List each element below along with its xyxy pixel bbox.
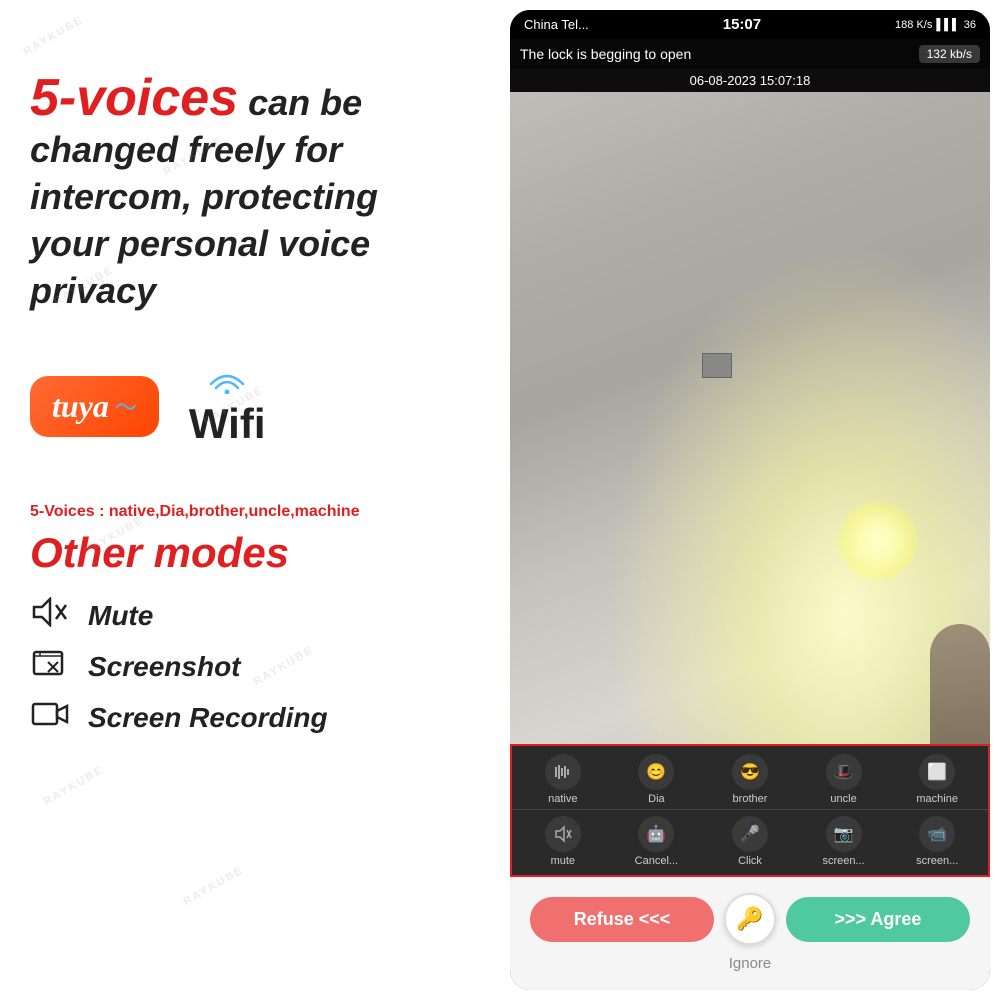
light-source (838, 501, 918, 581)
mute-mode-item: Mute (30, 597, 460, 634)
voice-brother-btn[interactable]: 😎 brother (715, 754, 785, 805)
signal-text: 188 K/s (895, 19, 932, 31)
notification-speed: 132 kb/s (919, 45, 980, 63)
action-cancel-label: Cancel... (635, 855, 678, 867)
native-icon (545, 754, 581, 790)
main-headline: 5-voices can be (30, 70, 460, 127)
wall-fixture (702, 353, 732, 378)
tuya-logo-text: tuya (52, 388, 109, 425)
voice-uncle-btn[interactable]: 🎩 uncle (809, 754, 879, 805)
headline-block: 5-voices can be changed freely for inter… (30, 70, 460, 314)
date-time-text: 06-08-2023 15:07:18 (690, 73, 811, 88)
uncle-icon: 🎩 (826, 754, 862, 790)
voices-list: 5-Voices : native,Dia,brother,uncle,mach… (30, 503, 460, 521)
action-click-label: Click (738, 855, 762, 867)
camera-wall-bg (510, 92, 990, 744)
right-panel: China Tel... 15:07 188 K/s ▌▌▌ 36 The lo… (490, 0, 1000, 1000)
native-label: native (548, 793, 577, 805)
dia-label: Dia (648, 793, 665, 805)
mute-icon (30, 597, 70, 634)
tuya-wave-icon: 〜 (115, 390, 137, 422)
action-mute-icon (545, 816, 581, 852)
action-screen-record-btn[interactable]: 📹 screen... (902, 816, 972, 867)
action-click-icon: 🎤 (732, 816, 768, 852)
voice-dia-btn[interactable]: 😊 Dia (621, 754, 691, 805)
headline-bold-text: 5-voices (30, 69, 238, 127)
refuse-agree-row: Refuse <<< 🔑 >>> Agree (530, 893, 970, 945)
screen-recording-label: Screen Recording (88, 702, 328, 734)
action-cancel-btn[interactable]: 🤖 Cancel... (621, 816, 691, 867)
battery-text: 36 (964, 19, 976, 31)
phone-frame: China Tel... 15:07 188 K/s ▌▌▌ 36 The lo… (510, 10, 990, 990)
date-bar: 06-08-2023 15:07:18 (510, 69, 990, 92)
action-mode-row: mute 🤖 Cancel... 🎤 Click 📷 screen... 📹 s (512, 810, 988, 875)
status-bar: China Tel... 15:07 188 K/s ▌▌▌ 36 (510, 10, 990, 39)
action-cancel-icon: 🤖 (638, 816, 674, 852)
wifi-arcs-icon (207, 364, 247, 400)
tuya-wifi-section: tuya 〜 Wifi (30, 364, 460, 448)
mute-label: Mute (88, 600, 153, 632)
wifi-label-text: Wifi (189, 400, 266, 448)
screenshot-mode-item: Screenshot (30, 648, 460, 685)
refuse-button[interactable]: Refuse <<< (530, 897, 714, 942)
signal-bars-icon: ▌▌▌ (936, 19, 959, 31)
action-screenshot-btn[interactable]: 📷 screen... (809, 816, 879, 867)
action-screenshot-icon: 📷 (826, 816, 862, 852)
dia-icon: 😊 (638, 754, 674, 790)
carrier-text: China Tel... (524, 17, 589, 32)
key-icon: 🔑 (736, 906, 763, 932)
voice-modes-panel: native 😊 Dia 😎 brother 🎩 uncle ⬜ machine (510, 744, 990, 877)
action-screenshot-label: screen... (822, 855, 864, 867)
action-screen-record-icon: 📹 (919, 816, 955, 852)
tuya-logo: tuya 〜 (30, 376, 159, 437)
uncle-label: uncle (830, 793, 856, 805)
action-screen-record-label: screen... (916, 855, 958, 867)
left-panel: 5-voices can be changed freely for inter… (0, 0, 490, 1000)
time-text: 15:07 (723, 16, 761, 33)
notification-text: The lock is begging to open (520, 46, 691, 62)
brother-label: brother (733, 793, 768, 805)
headline-normal-text: can be (238, 82, 362, 123)
action-mute-btn[interactable]: mute (528, 816, 598, 867)
agree-button[interactable]: >>> Agree (786, 897, 970, 942)
other-modes-title: Other modes (30, 529, 460, 577)
screen-recording-icon (30, 699, 70, 736)
ignore-text[interactable]: Ignore (530, 955, 970, 982)
screen-recording-mode-item: Screen Recording (30, 699, 460, 736)
headline-line2: changed freely for intercom, protecting … (30, 127, 460, 314)
brother-icon: 😎 (732, 754, 768, 790)
bottom-controls: Refuse <<< 🔑 >>> Agree Ignore (510, 877, 990, 990)
screenshot-label: Screenshot (88, 651, 241, 683)
status-right: 188 K/s ▌▌▌ 36 (895, 19, 976, 31)
voice-native-btn[interactable]: native (528, 754, 598, 805)
action-click-btn[interactable]: 🎤 Click (715, 816, 785, 867)
machine-icon: ⬜ (919, 754, 955, 790)
machine-label: machine (916, 793, 958, 805)
notification-bar: The lock is begging to open 132 kb/s (510, 39, 990, 69)
wifi-area: Wifi (189, 364, 266, 448)
action-mute-label: mute (551, 855, 575, 867)
camera-feed (510, 92, 990, 744)
voice-machine-btn[interactable]: ⬜ machine (902, 754, 972, 805)
key-button[interactable]: 🔑 (724, 893, 776, 945)
person-silhouette (930, 624, 990, 744)
voice-mode-row: native 😊 Dia 😎 brother 🎩 uncle ⬜ machine (512, 746, 988, 810)
screenshot-icon (30, 648, 70, 685)
